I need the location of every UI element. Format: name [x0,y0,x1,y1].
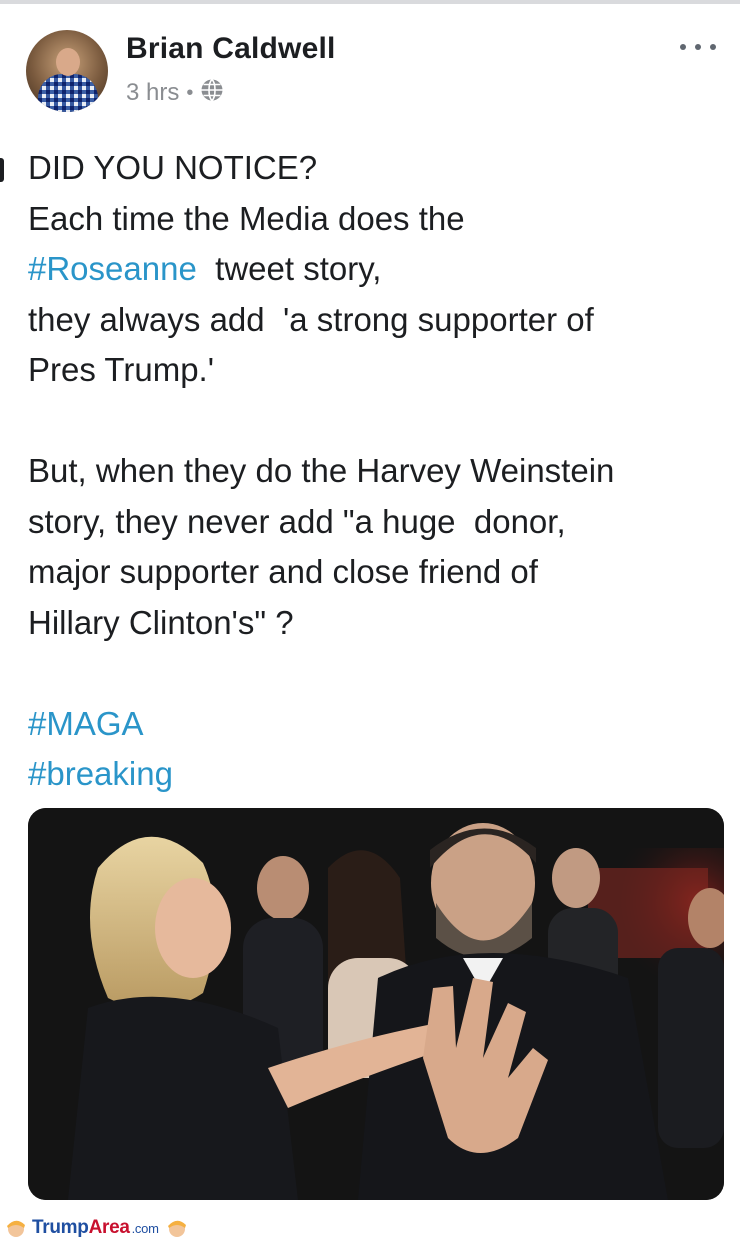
brand-part-1: Trump [32,1217,89,1238]
post-text-segment: Pres Trump.' [28,351,215,388]
post-text-segment: tweet story, [196,250,382,287]
post-text-segment: story, they never add "a huge donor, [28,502,566,540]
post-text-line: #Roseanne tweet story, [28,244,718,295]
watermark-brand: Trump Area .com [32,1217,159,1239]
post-text-line: story, they never add "a huge donor, [28,497,718,548]
post-text-segment: major supporter and close friend of [28,553,538,590]
post-text-segment: Each time the Media does the [28,199,465,237]
photo-illustration [28,808,724,1200]
post-blank-line [28,396,718,447]
post-text-line: Each time the Media does the [28,194,718,245]
avatar-head [56,48,80,76]
hashtag-link[interactable]: #Roseanne [28,250,197,287]
post-text-line: DID YOU NOTICE? [28,143,718,194]
globe-icon[interactable] [200,78,224,109]
post-photo[interactable] [28,808,724,1200]
post-text-line: Pres Trump.' [28,345,718,396]
post-text: DID YOU NOTICE? Each time the Media does … [28,143,718,800]
post-text-segment: Hillary Clinton's" ? [28,603,294,641]
post-blank-line [28,648,718,699]
post-text-line: But, when they do the Harvey Weinstein [28,446,718,497]
post-meta: 3 hrs • [126,78,224,108]
brand-part-3: .com [131,1221,159,1236]
watermark: Trump Area .com [4,1214,189,1241]
post-text-line: #breaking [28,749,718,800]
post-time[interactable]: 3 hrs [126,79,179,107]
author-name[interactable]: Brian Caldwell [126,32,336,66]
post-text-line: Hillary Clinton's" ? [28,598,718,649]
post-text-line: #MAGA [28,699,718,750]
watermark-logo-icon [167,1220,186,1237]
post-text-segment: DID YOU NOTICE? [28,149,318,186]
avatar-shirt [38,74,98,112]
hashtag-link[interactable]: #breaking [28,755,173,792]
brand-part-2: Area [88,1217,130,1238]
post-text-segment: But, when they do the Harvey Weinstein [28,452,615,489]
top-divider [0,0,740,4]
meta-separator: • [186,81,194,104]
hashtag-link[interactable]: #MAGA [28,705,144,742]
post-text-line: major supporter and close friend of [28,547,718,598]
post-text-line: they always add 'a strong supporter of [28,295,718,346]
more-dot [710,44,716,50]
more-dot [680,44,686,50]
post-text-segment: they always add 'a strong supporter of [28,300,594,338]
more-options-icon[interactable] [676,32,720,62]
author-avatar[interactable] [26,30,108,112]
more-dot [695,44,701,50]
edge-artifact [0,158,4,182]
watermark-logo-icon [7,1220,25,1237]
